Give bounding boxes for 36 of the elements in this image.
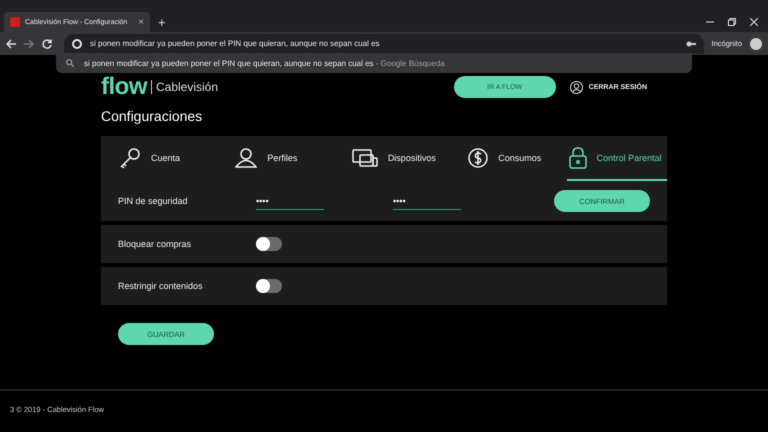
tab-close-button[interactable]: × [138, 16, 144, 28]
brand-name: Cablevisión [151, 80, 218, 94]
user-icon[interactable] [570, 80, 583, 94]
address-bar[interactable]: si ponen modificar ya pueden poner el PIN que quieran, aunque no sepan cual es [64, 34, 704, 54]
suggestion-dropdown[interactable]: si ponen modificar ya pueden poner el PIN que quieran, aunque no sepan cual es - Google Búsqueda [56, 53, 692, 73]
setting-label: Bloquear compras [118, 239, 192, 249]
person-icon [235, 148, 258, 168]
restore-icon[interactable] [728, 18, 736, 26]
pin-label: PIN de seguridad [118, 196, 189, 206]
search-icon [66, 59, 74, 67]
site-favicon-icon [10, 17, 20, 27]
page-heading: Configuraciones [101, 108, 204, 124]
settings-tab[interactable]: Control Parental [566, 136, 668, 181]
settings-tab[interactable]: Cuenta [101, 136, 218, 181]
pin-field[interactable]: •••• [256, 192, 324, 210]
incognito-avatar-icon[interactable] [750, 38, 762, 50]
forward-arrow-icon[interactable] [24, 38, 34, 48]
pin-field[interactable]: •••• [393, 192, 461, 210]
lock-icon [568, 146, 587, 168]
settings-tab[interactable]: Perfiles [217, 136, 334, 181]
settings-tab[interactable]: Consumos [450, 136, 567, 181]
devices-icon [352, 148, 378, 166]
search-engine-icon [72, 38, 82, 48]
dollar-icon [468, 148, 488, 168]
key-icon [119, 146, 141, 168]
setting-label: Restringir contenidos [118, 281, 204, 291]
key-icon[interactable] [686, 40, 696, 46]
toggle-switch[interactable] [256, 237, 282, 251]
new-tab-button[interactable]: + [150, 14, 174, 30]
flow-logo: flow [101, 73, 147, 101]
toggle-switch[interactable] [256, 279, 282, 293]
suggestion-text: si ponen modificar ya pueden poner el PIN que quieran, aunque no sepan cual es - Google Búsqueda [84, 58, 445, 68]
close-icon[interactable] [750, 18, 758, 26]
settings-tab[interactable]: Dispositivos [334, 136, 450, 181]
reload-icon[interactable] [42, 38, 52, 48]
back-arrow-icon[interactable] [6, 38, 16, 48]
